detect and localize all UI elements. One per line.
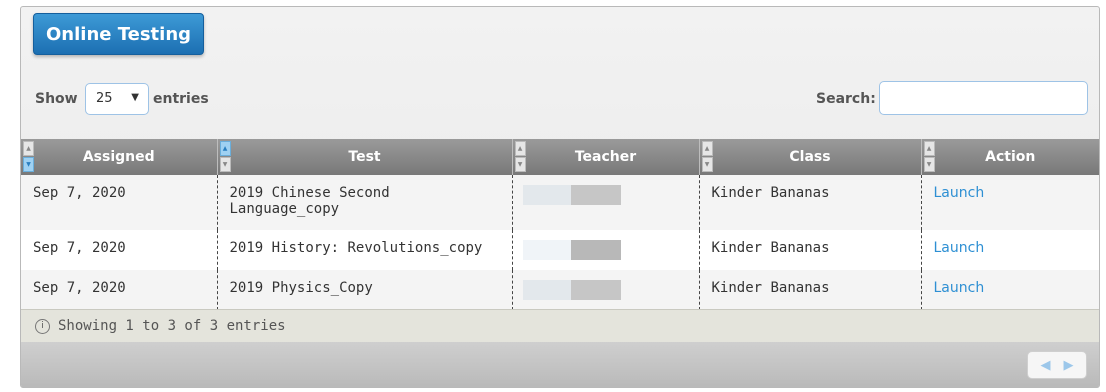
table-header-row: ▲ ▼ Assigned ▲ ▼ Test ▲ ▼ Teacher ▲ ▼ Class … [21, 139, 1099, 175]
launch-link[interactable]: Launch [934, 280, 985, 296]
column-header-test[interactable]: ▲ ▼ Test [217, 139, 513, 175]
show-label: Show [35, 91, 78, 107]
previous-arrow-icon[interactable]: ◀ [1041, 358, 1051, 373]
sort-icon[interactable]: ▲ ▼ [923, 141, 935, 172]
cell-action: Launch [921, 230, 1099, 270]
launch-link[interactable]: Launch [934, 240, 985, 256]
entries-label: entries [153, 91, 209, 107]
dropdown-arrow-icon: ▼ [131, 92, 139, 103]
table-row: Sep 7, 2020 2019 Physics_Copy Kinder Ban… [21, 270, 1099, 310]
redacted-teacher-name [522, 185, 621, 205]
redacted-teacher-name [522, 280, 621, 300]
launch-link[interactable]: Launch [934, 185, 985, 201]
cell-assigned: Sep 7, 2020 [21, 270, 218, 310]
cell-assigned: Sep 7, 2020 [21, 175, 218, 230]
column-header-assigned[interactable]: ▲ ▼ Assigned [21, 139, 218, 175]
cell-assigned: Sep 7, 2020 [21, 230, 218, 270]
cell-action: Launch [921, 270, 1099, 310]
info-icon: i [35, 318, 50, 334]
cell-teacher [512, 270, 700, 310]
table-footer: ◀ ▶ [21, 342, 1099, 388]
cell-teacher [512, 230, 700, 270]
column-label: Test [348, 149, 381, 165]
table-info-bar: i Showing 1 to 3 of 3 entries [21, 309, 1099, 342]
column-header-action[interactable]: ▲ ▼ Action [921, 139, 1099, 175]
cell-class: Kinder Bananas [699, 230, 922, 270]
table-info-text: Showing 1 to 3 of 3 entries [58, 318, 286, 334]
column-label: Teacher [574, 149, 637, 165]
column-label: Action [985, 149, 1036, 165]
cell-test: 2019 Chinese Second Language_copy [217, 175, 513, 230]
cell-class: Kinder Bananas [699, 175, 922, 230]
sort-icon[interactable]: ▲ ▼ [514, 141, 526, 172]
column-header-class[interactable]: ▲ ▼ Class [699, 139, 922, 175]
page-length-select[interactable]: 25 ▼ [85, 83, 149, 115]
column-label: Class [789, 149, 831, 165]
cell-class: Kinder Bananas [699, 270, 922, 310]
table-row: Sep 7, 2020 2019 Chinese Second Language… [21, 175, 1099, 230]
table-controls: Show 25 ▼ entries Search: [21, 81, 1099, 117]
online-testing-panel: Online Testing Show 25 ▼ entries Search:… [20, 6, 1100, 388]
table-row: Sep 7, 2020 2019 History: Revolutions_co… [21, 230, 1099, 270]
search-label: Search: [816, 91, 876, 107]
search-input[interactable] [879, 81, 1088, 115]
column-label: Assigned [82, 149, 155, 165]
cell-test: 2019 History: Revolutions_copy [217, 230, 513, 270]
cell-test: 2019 Physics_Copy [217, 270, 513, 310]
sort-icon[interactable]: ▲ ▼ [23, 141, 34, 172]
column-header-teacher[interactable]: ▲ ▼ Teacher [512, 139, 700, 175]
next-arrow-icon[interactable]: ▶ [1064, 358, 1074, 373]
redacted-teacher-name [522, 240, 621, 260]
sort-icon[interactable]: ▲ ▼ [219, 141, 231, 172]
cell-teacher [512, 175, 700, 230]
sort-icon[interactable]: ▲ ▼ [701, 141, 713, 172]
pagination: ◀ ▶ [1027, 351, 1087, 379]
tests-table: ▲ ▼ Assigned ▲ ▼ Test ▲ ▼ Teacher ▲ ▼ Class … [21, 139, 1099, 310]
panel-title: Online Testing [33, 13, 205, 55]
page-length-value: 25 [96, 91, 113, 106]
cell-action: Launch [921, 175, 1099, 230]
